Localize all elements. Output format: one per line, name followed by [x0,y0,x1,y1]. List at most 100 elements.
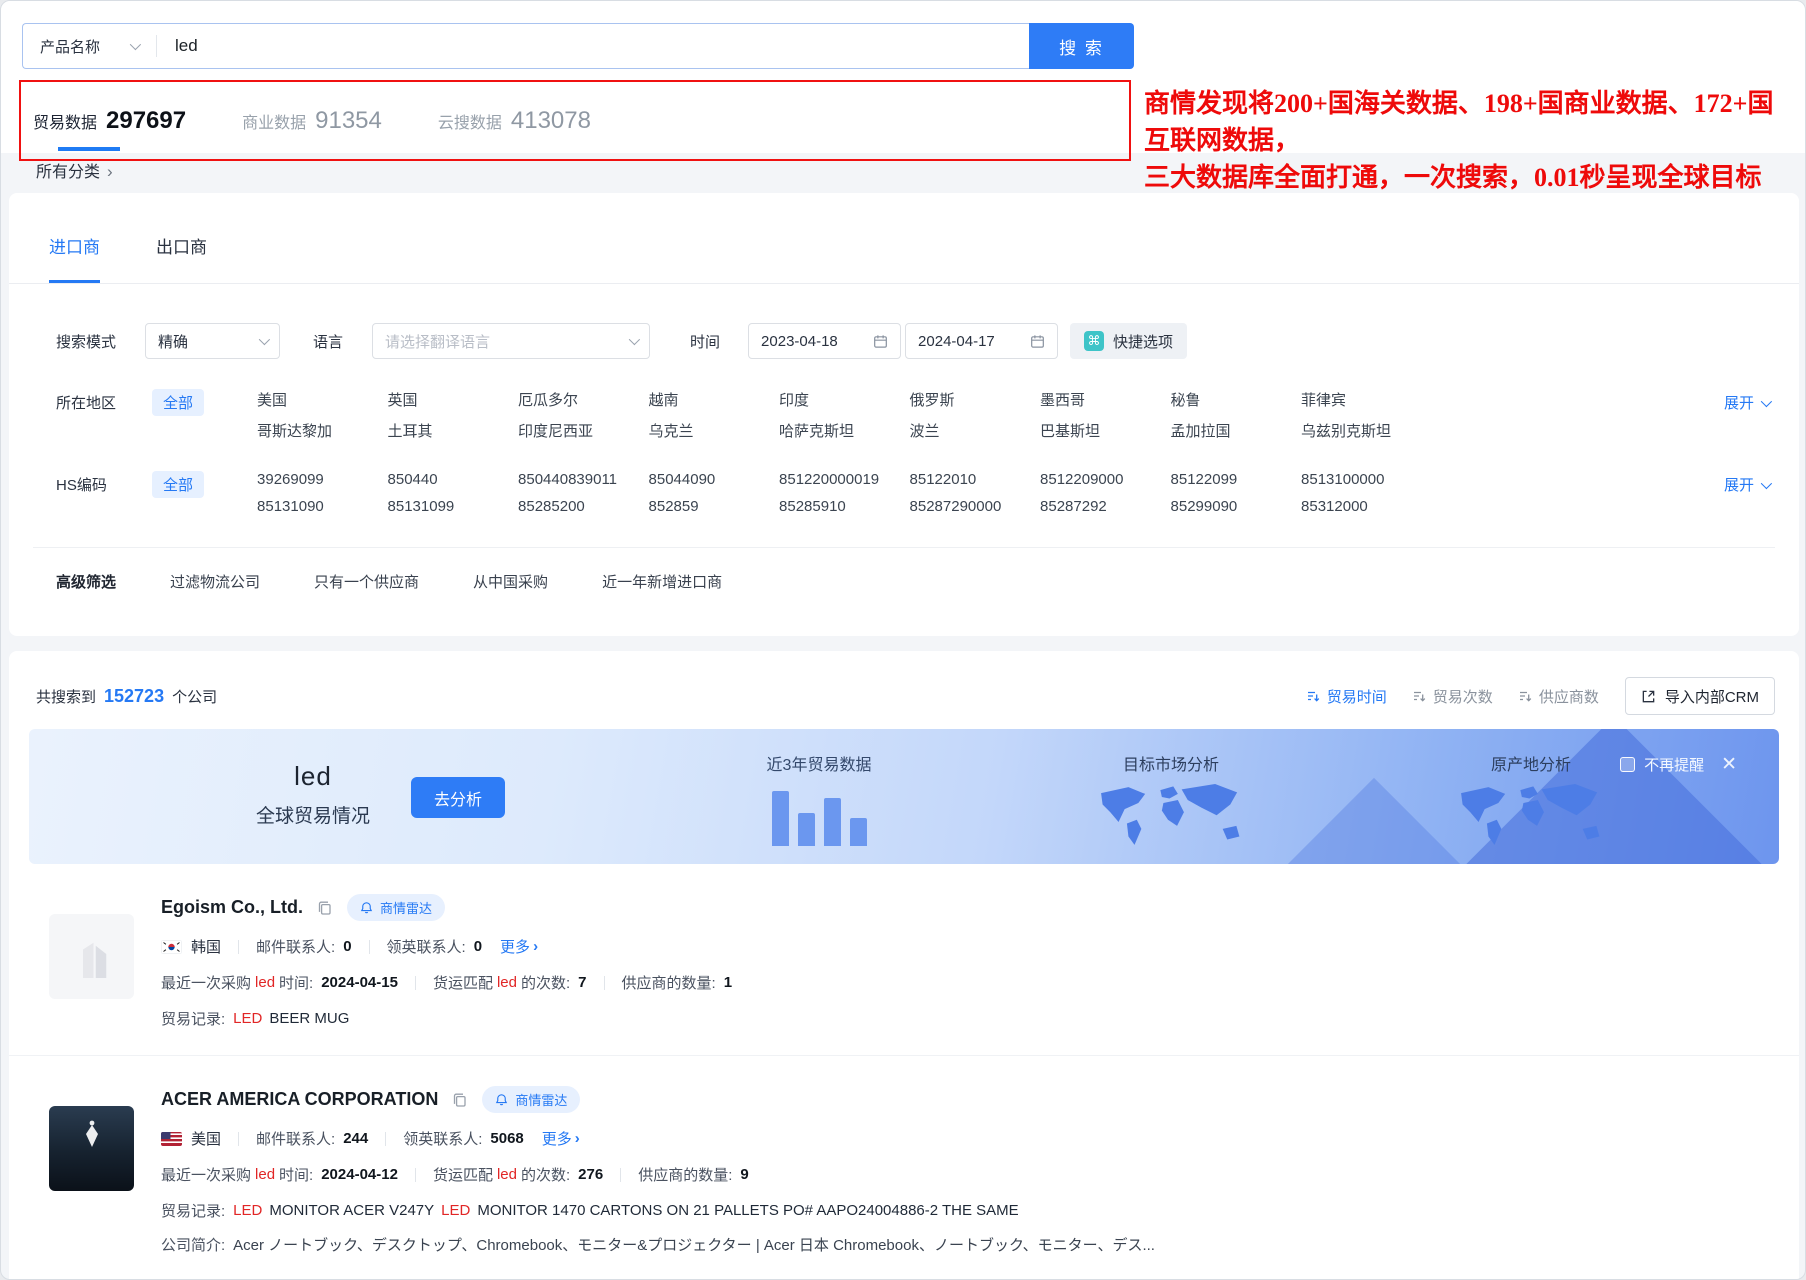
language-select[interactable]: 请选择翻译语言 [372,323,650,359]
hs-code-item[interactable]: 852859 [649,498,780,515]
region-item[interactable]: 俄罗斯 [910,389,1041,410]
region-item[interactable]: 巴基斯坦 [1040,420,1171,441]
email-contacts-label: 邮件联系人: [256,936,335,957]
trade-record-label: 贸易记录: [161,1200,225,1221]
advanced-filter-link[interactable]: 高级筛选 [56,571,116,592]
radar-badge[interactable]: 商情雷达 [482,1086,580,1113]
region-item[interactable]: 印度尼西亚 [518,420,649,441]
tab-exporter[interactable]: 出口商 [156,233,207,283]
hs-code-item[interactable]: 85131090 [257,498,388,515]
match-label-suffix: 的次数: [521,972,570,993]
region-all-chip[interactable]: 全部 [152,389,204,416]
company-thumbnail[interactable] [49,914,134,999]
hs-code-item[interactable]: 851220000019 [779,471,910,488]
more-link[interactable]: 更多 › [542,1128,580,1149]
hs-code-item[interactable]: 850440 [388,471,519,488]
chevron-down-icon [629,334,640,345]
region-item[interactable]: 秘鲁 [1171,389,1302,410]
hs-code-item[interactable]: 85122099 [1171,471,1302,488]
expand-regions-link[interactable]: 展开 [1724,389,1769,413]
sort-trade-count[interactable]: 贸易次数 [1413,686,1493,707]
trade-analysis-banner: led 全球贸易情况 去分析 近3年贸易数据 目标市场分析 原产地分析 不再提醒… [29,729,1779,864]
company-name[interactable]: Egoism Co., Ltd. [161,897,303,918]
hs-code-item[interactable]: 8513100000 [1301,471,1432,488]
company-name[interactable]: ACER AMERICA CORPORATION [161,1089,438,1110]
search-input[interactable] [157,36,1029,56]
sort-trade-time[interactable]: 贸易时间 [1307,686,1387,707]
quick-options-button[interactable]: ⌘ 快捷选项 [1070,323,1187,359]
results-header: 共搜索到 152723 个公司 贸易时间 贸易次数 供应商数 [9,651,1799,715]
hs-code-item[interactable]: 85287292 [1040,498,1171,515]
hs-code-item[interactable]: 85287290000 [910,498,1041,515]
region-item[interactable]: 墨西哥 [1040,389,1171,410]
region-item[interactable]: 越南 [649,389,780,410]
chevron-right-icon: › [533,938,538,955]
search-mode-select[interactable]: 精确 [145,323,280,359]
hs-code-item[interactable]: 85131099 [388,498,519,515]
hs-code-item[interactable]: 85285200 [518,498,649,515]
region-item[interactable]: 印度 [779,389,910,410]
hs-code-item[interactable]: 85299090 [1171,498,1302,515]
hs-code-item[interactable]: 39269099 [257,471,388,488]
annotation-line1: 商情发现将200+国海关数据、198+国商业数据、172+国互联网数据， [1144,85,1784,159]
region-item[interactable]: 孟加拉国 [1171,420,1302,441]
breadcrumb[interactable]: 所有分类› [36,158,113,182]
purchase-date: 2024-04-15 [321,974,398,991]
region-item[interactable]: 菲律宾 [1301,389,1432,410]
trend-bar [772,791,789,846]
hs-code-item[interactable]: 85312000 [1301,498,1432,515]
company-profile-text: Acer ノートブック、デスクトップ、Chromebook、モニター&プロジェク… [233,1234,1155,1255]
copy-icon[interactable] [452,1092,468,1108]
purchase-label-suffix: 时间: [279,1164,313,1185]
region-item[interactable]: 乌兹别克斯坦 [1301,420,1432,441]
hs-all-chip[interactable]: 全部 [152,471,204,498]
region-item[interactable]: 波兰 [910,420,1041,441]
filter-new-importers[interactable]: 近一年新增进口商 [602,571,722,592]
trend-chart-label: 近3年贸易数据 [729,751,909,775]
region-item[interactable]: 美国 [257,389,388,410]
region-item[interactable]: 哥斯达黎加 [257,420,388,441]
search-button[interactable]: 搜 索 [1029,23,1134,69]
company-profile-label: 公司简介: [161,1234,225,1255]
copy-icon[interactable] [317,900,333,916]
radar-badge[interactable]: 商情雷达 [347,894,445,921]
sort-controls: 贸易时间 贸易次数 供应商数 导入内部CRM [1307,677,1775,715]
company-thumbnail[interactable] [49,1106,134,1191]
hs-code-item[interactable]: 85122010 [910,471,1041,488]
hs-code-item[interactable]: 85285910 [779,498,910,515]
import-crm-button[interactable]: 导入内部CRM [1625,677,1775,715]
trade-search-page: 产品名称 搜 索 贸易数据 297697 商业数据 91354 云搜数据 [0,0,1806,1280]
more-label: 更多 [542,1128,572,1149]
match-label-suffix: 的次数: [521,1164,570,1185]
expand-hs-codes-link[interactable]: 展开 [1724,471,1769,495]
hs-code-item[interactable]: 850440839011 [518,471,649,488]
result-count: 共搜索到 152723 个公司 [36,686,217,707]
data-tab-label: 云搜数据 [438,109,502,133]
hs-code-item[interactable]: 85044090 [649,471,780,488]
search-category-select[interactable]: 产品名称 [23,36,156,57]
dismiss-control: 不再提醒 ✕ [1620,754,1737,775]
market-analysis-label: 目标市场分析 [1081,751,1261,775]
hs-code-item[interactable]: 8512209000 [1040,471,1171,488]
close-icon[interactable]: ✕ [1721,755,1737,774]
language-placeholder: 请选择翻译语言 [385,331,490,352]
region-item[interactable]: 厄瓜多尔 [518,389,649,410]
region-item[interactable]: 哈萨克斯坦 [779,420,910,441]
date-from-input[interactable]: 2023-04-18 [748,323,901,359]
filter-from-china[interactable]: 从中国采购 [473,571,548,592]
analyze-button[interactable]: 去分析 [411,777,505,818]
region-item[interactable]: 英国 [388,389,519,410]
region-item[interactable]: 乌克兰 [649,420,780,441]
data-tab-trade[interactable]: 贸易数据 297697 [33,107,186,135]
trade-record-keyword: LED [233,1202,262,1219]
filter-single-supplier[interactable]: 只有一个供应商 [314,571,419,592]
more-link[interactable]: 更多 › [500,936,538,957]
dismiss-checkbox[interactable] [1620,757,1635,772]
region-item[interactable]: 土耳其 [388,420,519,441]
sort-supplier-count[interactable]: 供应商数 [1519,686,1599,707]
tab-importer[interactable]: 进口商 [49,233,100,283]
data-tab-business[interactable]: 商业数据 91354 [242,107,382,135]
filter-logistics[interactable]: 过滤物流公司 [170,571,260,592]
data-tab-cloud[interactable]: 云搜数据 413078 [438,107,591,135]
date-to-input[interactable]: 2024-04-17 [905,323,1058,359]
